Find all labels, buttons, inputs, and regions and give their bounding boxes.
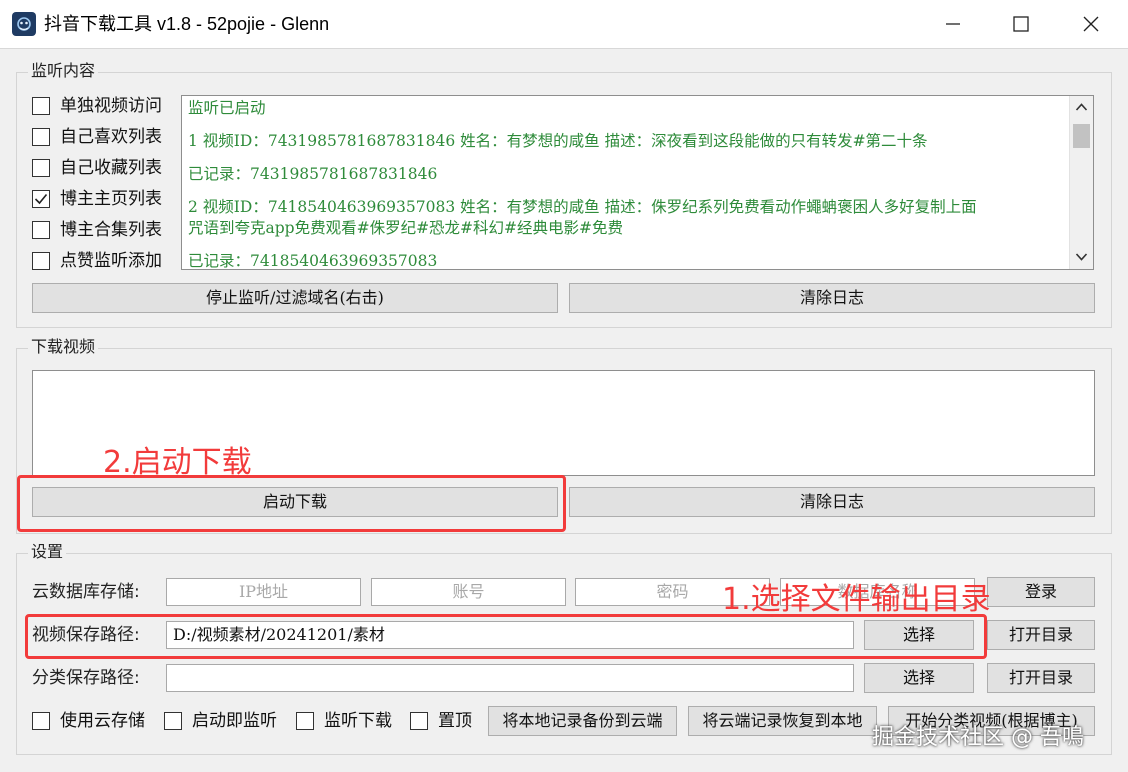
always-on-top-label: 置顶 xyxy=(438,711,472,731)
scroll-down-icon[interactable] xyxy=(1075,252,1088,262)
maximize-button[interactable] xyxy=(986,0,1056,48)
log-scrollbar[interactable] xyxy=(1069,96,1093,269)
monitor-group-label: 监听内容 xyxy=(28,61,99,81)
log-line: 2 视频ID：7418540463969357083 姓名：有梦想的咸鱼 描述：… xyxy=(188,198,977,216)
open-save-dir-button[interactable]: 打开目录 xyxy=(987,620,1095,650)
cloud-storage-label: 云数据库存储: xyxy=(32,582,140,602)
monitor-on-start-checkbox[interactable] xyxy=(164,712,182,730)
download-group-label: 下载视频 xyxy=(28,337,99,357)
option-favorites-list-label: 自己收藏列表 xyxy=(60,158,162,178)
minimize-icon xyxy=(946,23,960,25)
select-category-path-button[interactable]: 选择 xyxy=(864,663,974,693)
monitor-log[interactable]: 监听已启动 1 视频ID：7431985781687831846 姓名：有梦想的… xyxy=(181,95,1094,270)
stop-monitor-button[interactable]: 停止监听/过滤域名(右击) xyxy=(32,283,558,313)
option-single-video-checkbox[interactable] xyxy=(32,97,50,115)
restore-from-cloud-button[interactable]: 将云端记录恢复到本地 xyxy=(688,706,877,736)
window-title: 抖音下载工具 v1.8 - 52pojie - Glenn xyxy=(44,14,330,34)
title-bar: 抖音下载工具 v1.8 - 52pojie - Glenn xyxy=(0,0,1128,49)
watermark: 掘金技术社区 @ 吾鳴 xyxy=(872,725,1084,750)
always-on-top-checkbox[interactable] xyxy=(410,712,428,730)
option-liked-list-label: 自己喜欢列表 xyxy=(60,127,162,147)
monitor-download-label: 监听下载 xyxy=(324,711,392,731)
category-path-input[interactable] xyxy=(166,664,854,692)
open-category-dir-button[interactable]: 打开目录 xyxy=(987,663,1095,693)
scroll-up-icon[interactable] xyxy=(1075,102,1088,112)
clear-download-log-button[interactable]: 清除日志 xyxy=(569,487,1095,517)
category-path-label: 分类保存路径: xyxy=(32,668,140,688)
use-cloud-storage-checkbox[interactable] xyxy=(32,712,50,730)
annotation-box-start-download xyxy=(17,475,566,532)
backup-to-cloud-button[interactable]: 将本地记录备份到云端 xyxy=(488,706,677,736)
log-line: 已记录：7431985781687831846 xyxy=(188,165,438,183)
use-cloud-storage-label: 使用云存储 xyxy=(60,711,145,731)
annotation-step2: 2.启动下载 xyxy=(103,445,252,480)
option-liked-list-checkbox[interactable] xyxy=(32,128,50,146)
option-like-monitor-label: 点赞监听添加 xyxy=(60,251,162,271)
option-creator-home-checkbox[interactable] xyxy=(32,190,50,208)
scroll-thumb[interactable] xyxy=(1073,124,1090,148)
option-favorites-list-checkbox[interactable] xyxy=(32,159,50,177)
maximize-icon xyxy=(1013,16,1029,32)
option-creator-home-label: 博主主页列表 xyxy=(60,189,162,209)
option-single-video-label: 单独视频访问 xyxy=(60,96,162,116)
log-line: 监听已启动 xyxy=(188,99,266,117)
app-icon xyxy=(12,12,36,36)
option-creator-collection-checkbox[interactable] xyxy=(32,221,50,239)
log-line: 咒语到夸克app免费观看#侏罗纪#恐龙#科幻#经典电影#免费 xyxy=(188,219,624,237)
clear-monitor-log-button[interactable]: 清除日志 xyxy=(569,283,1095,313)
monitor-on-start-label: 启动即监听 xyxy=(192,711,277,731)
account-input[interactable]: 账号 xyxy=(371,578,566,606)
annotation-box-save-path xyxy=(25,614,987,659)
close-icon xyxy=(1083,16,1099,32)
settings-group-label: 设置 xyxy=(28,542,67,562)
option-like-monitor-checkbox[interactable] xyxy=(32,252,50,270)
checkmark-icon xyxy=(34,193,48,205)
log-line: 已记录：7418540463969357083 xyxy=(188,252,438,270)
minimize-button[interactable] xyxy=(918,0,988,48)
log-line: 1 视频ID：7431985781687831846 姓名：有梦想的咸鱼 描述：… xyxy=(188,132,928,150)
close-button[interactable] xyxy=(1056,0,1126,48)
annotation-step1: 1.选择文件输出目录 xyxy=(722,582,991,617)
option-creator-collection-label: 博主合集列表 xyxy=(60,220,162,240)
ip-address-input[interactable]: IP地址 xyxy=(166,578,361,606)
login-button[interactable]: 登录 xyxy=(987,577,1095,607)
monitor-download-checkbox[interactable] xyxy=(296,712,314,730)
